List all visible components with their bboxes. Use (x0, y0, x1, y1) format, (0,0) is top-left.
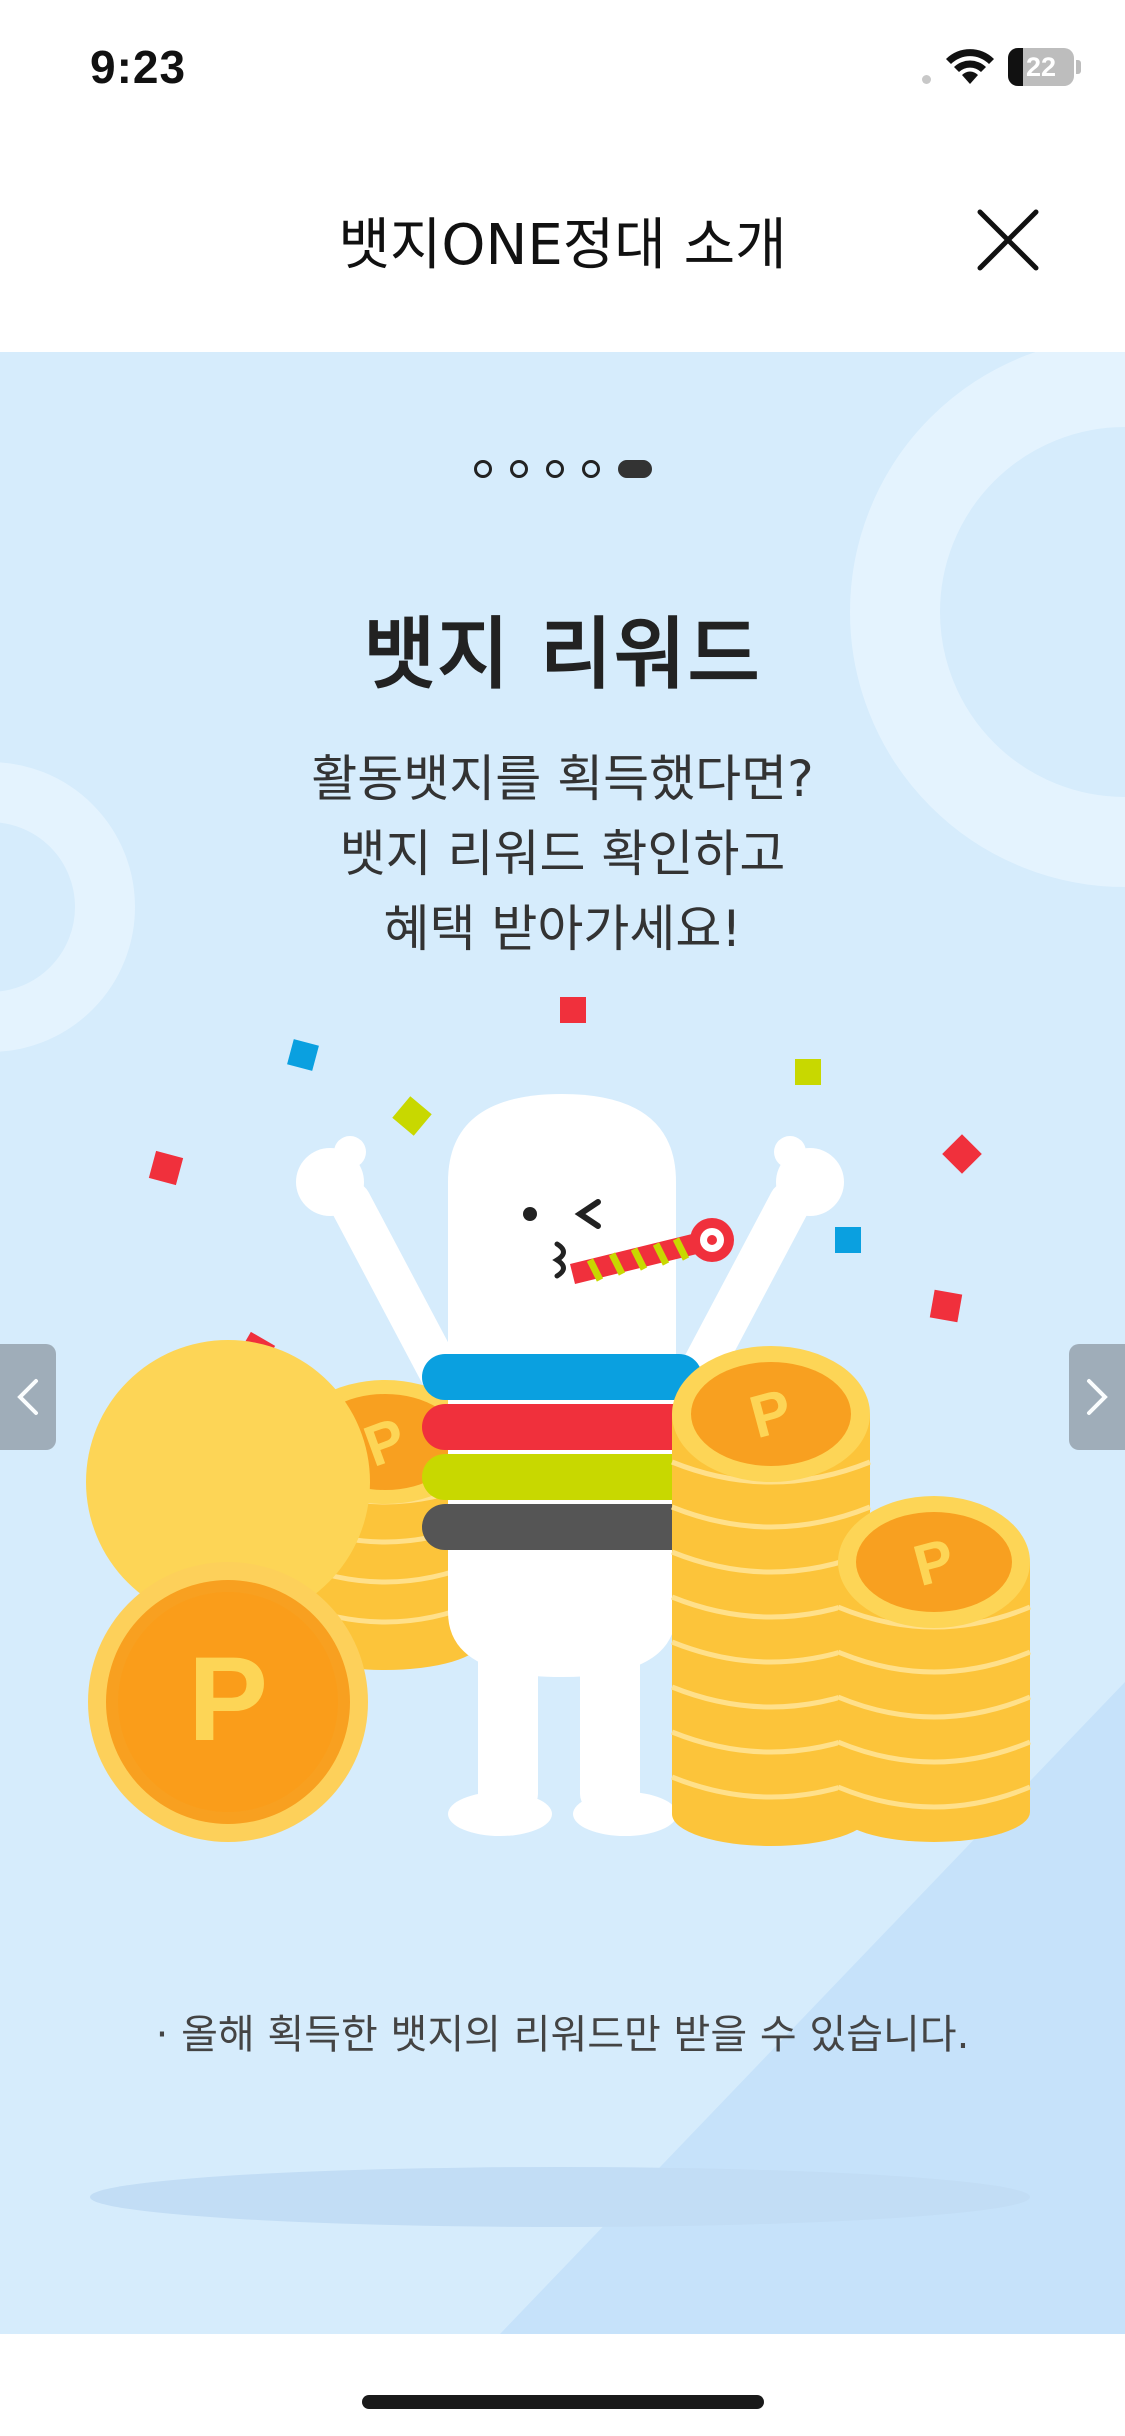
page-dot-1[interactable] (473, 460, 492, 478)
page-dot-2[interactable] (509, 460, 528, 478)
band-blue (422, 1354, 702, 1400)
prev-slide-button[interactable] (0, 1344, 56, 1450)
battery-text: 22 (1025, 52, 1057, 82)
page-dot-5-active[interactable] (617, 460, 652, 478)
description-line-2: 뱃지 리워드 확인하고 (339, 825, 786, 883)
band-lime (422, 1454, 702, 1500)
reward-note: · 올해 획득한 뱃지의 리워드만 받을 수 있습니다. (155, 2012, 970, 2058)
status-indicator-dot (922, 75, 931, 84)
home-indicator[interactable] (362, 2395, 764, 2409)
page-indicator (0, 456, 1125, 482)
header: 뱃지ONE정대 소개 (0, 140, 1125, 352)
slide-description: 활동뱃지를 획득했다면? 뱃지 리워드 확인하고 혜택 받아가세요! (0, 742, 1125, 967)
band-red (422, 1404, 702, 1450)
status-bar: 9:23 22 (0, 0, 1125, 140)
reward-illustration: P P P P (86, 997, 1031, 2227)
coin-stack-far-right: P (837, 1496, 1031, 1842)
big-coin-letter: P (188, 1632, 268, 1766)
slide-title: 뱃지 리워드 (363, 610, 762, 700)
close-icon (977, 209, 1039, 271)
status-time: 9:23 (90, 41, 187, 93)
chevron-left-icon (17, 1379, 38, 1415)
description-line-3: 혜택 받아가세요! (383, 900, 742, 958)
chevron-right-icon (1087, 1379, 1108, 1415)
wifi-icon (946, 49, 994, 84)
description-line-1: 활동뱃지를 획득했다면? (311, 750, 814, 808)
slide-content: 뱃지 리워드 활동뱃지를 획득했다면? 뱃지 리워드 확인하고 혜택 받아가세요… (0, 352, 1125, 2334)
next-slide-button[interactable] (1069, 1344, 1125, 1450)
page-dot-3[interactable] (545, 460, 564, 478)
page-dot-4[interactable] (581, 460, 600, 478)
band-gray (422, 1504, 702, 1550)
page-title: 뱃지ONE정대 소개 (338, 213, 787, 278)
close-button[interactable] (970, 202, 1046, 278)
battery-icon: 22 (1008, 48, 1082, 88)
